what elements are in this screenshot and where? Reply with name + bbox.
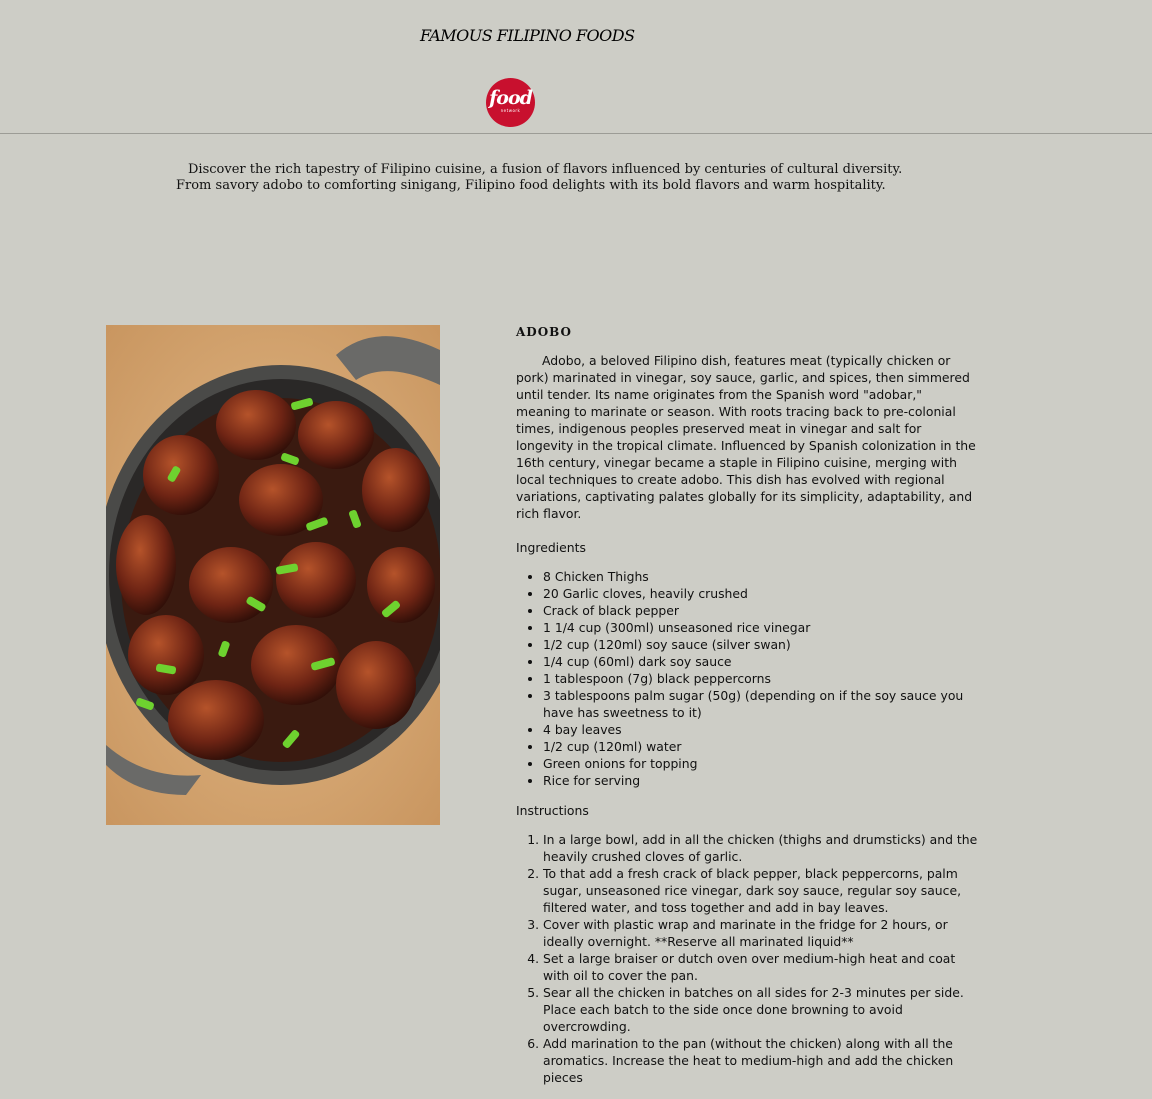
food-network-logo[interactable]: food network xyxy=(486,78,535,127)
ingredient-item: 8 Chicken Thighs xyxy=(543,568,978,585)
instructions-list: In a large bowl, add in all the chicken … xyxy=(516,831,978,1086)
intro-line-1: Discover the rich tapestry of Filipino c… xyxy=(188,162,903,177)
instructions-label: Instructions xyxy=(516,803,589,818)
adobo-photo xyxy=(106,325,440,825)
ingredient-item: 4 bay leaves xyxy=(543,721,978,738)
recipe-section: ADOBO Adobo, a beloved Filipino dish, fe… xyxy=(516,324,978,1099)
ingredient-item: 1 tablespoon (7g) black peppercorns xyxy=(543,670,978,687)
ingredients-label: Ingredients xyxy=(516,540,586,555)
instruction-step: In a large bowl, add in all the chicken … xyxy=(543,831,978,865)
adobo-pot-illustration xyxy=(106,325,440,825)
instruction-step: Sear all the chicken in batches on all s… xyxy=(543,984,978,1035)
instruction-step: Set a large braiser or dutch oven over m… xyxy=(543,950,978,984)
intro-text: Discover the rich tapestry of Filipino c… xyxy=(176,162,902,194)
recipe-title: ADOBO xyxy=(516,325,572,339)
ingredient-item: 1/2 cup (120ml) soy sauce (silver swan) xyxy=(543,636,978,653)
instruction-step: Cover with plastic wrap and marinate in … xyxy=(543,916,978,950)
intro-line-2: From savory adobo to comforting sinigang… xyxy=(176,178,886,193)
ingredient-item: 1/2 cup (120ml) water xyxy=(543,738,978,755)
ingredient-item: 1/4 cup (60ml) dark soy sauce xyxy=(543,653,978,670)
site-header: FAMOUS FILIPINO FOODS food network xyxy=(0,0,1152,134)
ingredient-item: Green onions for topping xyxy=(543,755,978,772)
ingredient-item: 3 tablespoons palm sugar (50g) (dependin… xyxy=(543,687,978,721)
site-title: FAMOUS FILIPINO FOODS xyxy=(420,26,635,45)
instruction-step: To that add a fresh crack of black peppe… xyxy=(543,865,978,916)
ingredient-item: 1 1/4 cup (300ml) unseasoned rice vinega… xyxy=(543,619,978,636)
instruction-step: Add marination to the pan (without the c… xyxy=(543,1035,978,1086)
ingredients-list: 8 Chicken Thighs 20 Garlic cloves, heavi… xyxy=(516,568,978,789)
ingredient-item: 20 Garlic cloves, heavily crushed xyxy=(543,585,978,602)
ingredient-item: Rice for serving xyxy=(543,772,978,789)
logo-word: food xyxy=(489,87,533,109)
ingredient-item: Crack of black pepper xyxy=(543,602,978,619)
recipe-description: Adobo, a beloved Filipino dish, features… xyxy=(516,353,976,521)
